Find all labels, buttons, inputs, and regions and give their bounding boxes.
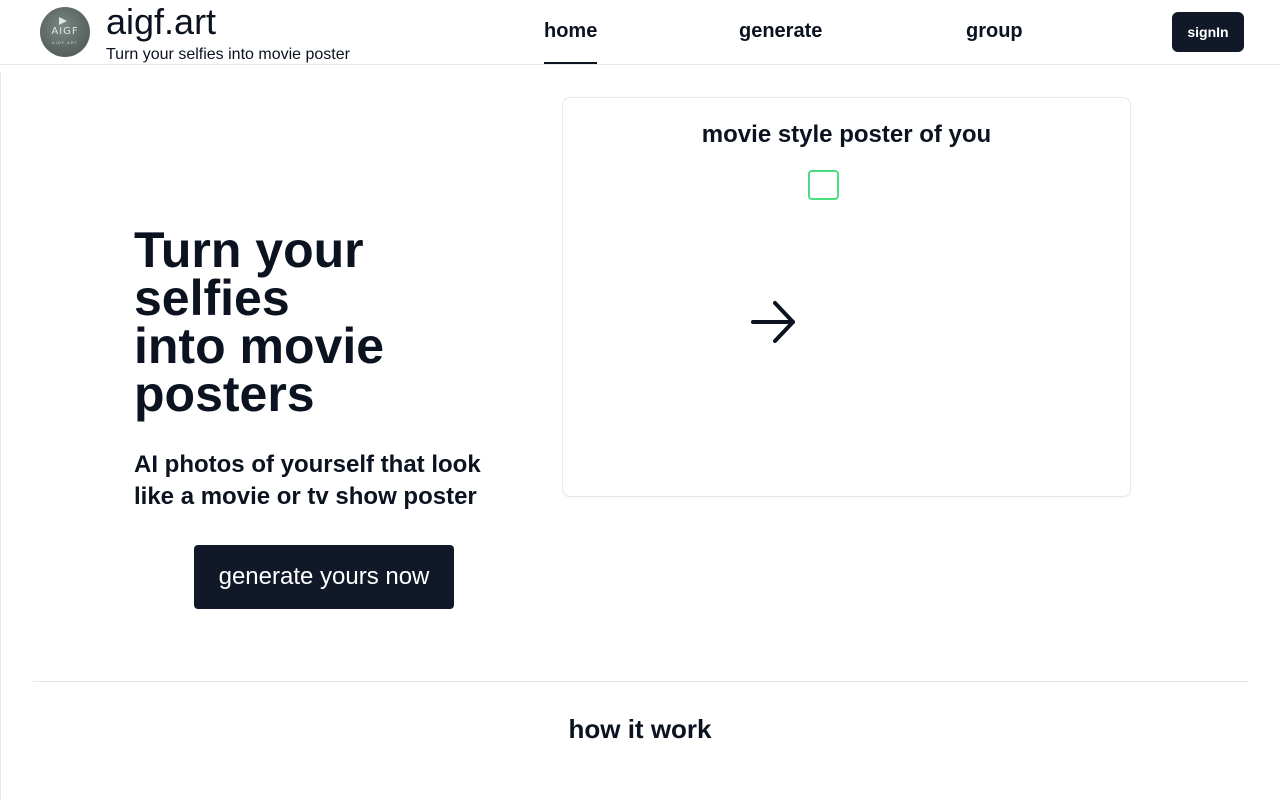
logo-subtext: AIGF.ART — [52, 40, 78, 45]
nav-generate[interactable]: generate — [739, 19, 822, 43]
hero-title-line: posters — [134, 366, 315, 422]
nav-home[interactable]: home — [544, 19, 598, 64]
poster-preview-card: movie style poster of you — [562, 97, 1131, 497]
nav-group[interactable]: group — [966, 19, 1023, 43]
brand-tagline: Turn your selfies into movie poster — [106, 46, 350, 63]
generate-now-button[interactable]: generate yours now — [194, 545, 454, 609]
arrow-right-icon — [751, 301, 795, 343]
hero-subtitle: AI photos of yourself that look like a m… — [134, 451, 481, 510]
hero-title-line: selfies — [134, 270, 290, 326]
left-border — [0, 72, 1, 800]
page: AIGF AIGF.ART aigf.art Turn your selfies… — [0, 0, 1280, 800]
hero-title: Turn your selfies into movie posters — [134, 222, 514, 422]
hero-title-line: into movie — [134, 318, 385, 374]
logo[interactable]: AIGF AIGF.ART — [40, 7, 90, 57]
brand[interactable]: AIGF AIGF.ART aigf.art Turn your selfies… — [40, 4, 350, 65]
brand-name[interactable]: aigf.art — [106, 4, 350, 40]
brand-text: aigf.art Turn your selfies into movie po… — [106, 4, 350, 65]
logo-text: AIGF — [51, 26, 79, 37]
top-header: AIGF AIGF.ART aigf.art Turn your selfies… — [0, 0, 1280, 65]
hero-title-line: Turn your — [134, 222, 364, 278]
selfie-image-placeholder — [808, 170, 839, 200]
signin-button[interactable]: signIn — [1172, 12, 1244, 52]
card-title: movie style poster of you — [701, 121, 992, 148]
section-divider — [33, 681, 1248, 682]
logo-play-icon — [59, 17, 67, 25]
how-it-works-title: how it work — [568, 714, 712, 744]
